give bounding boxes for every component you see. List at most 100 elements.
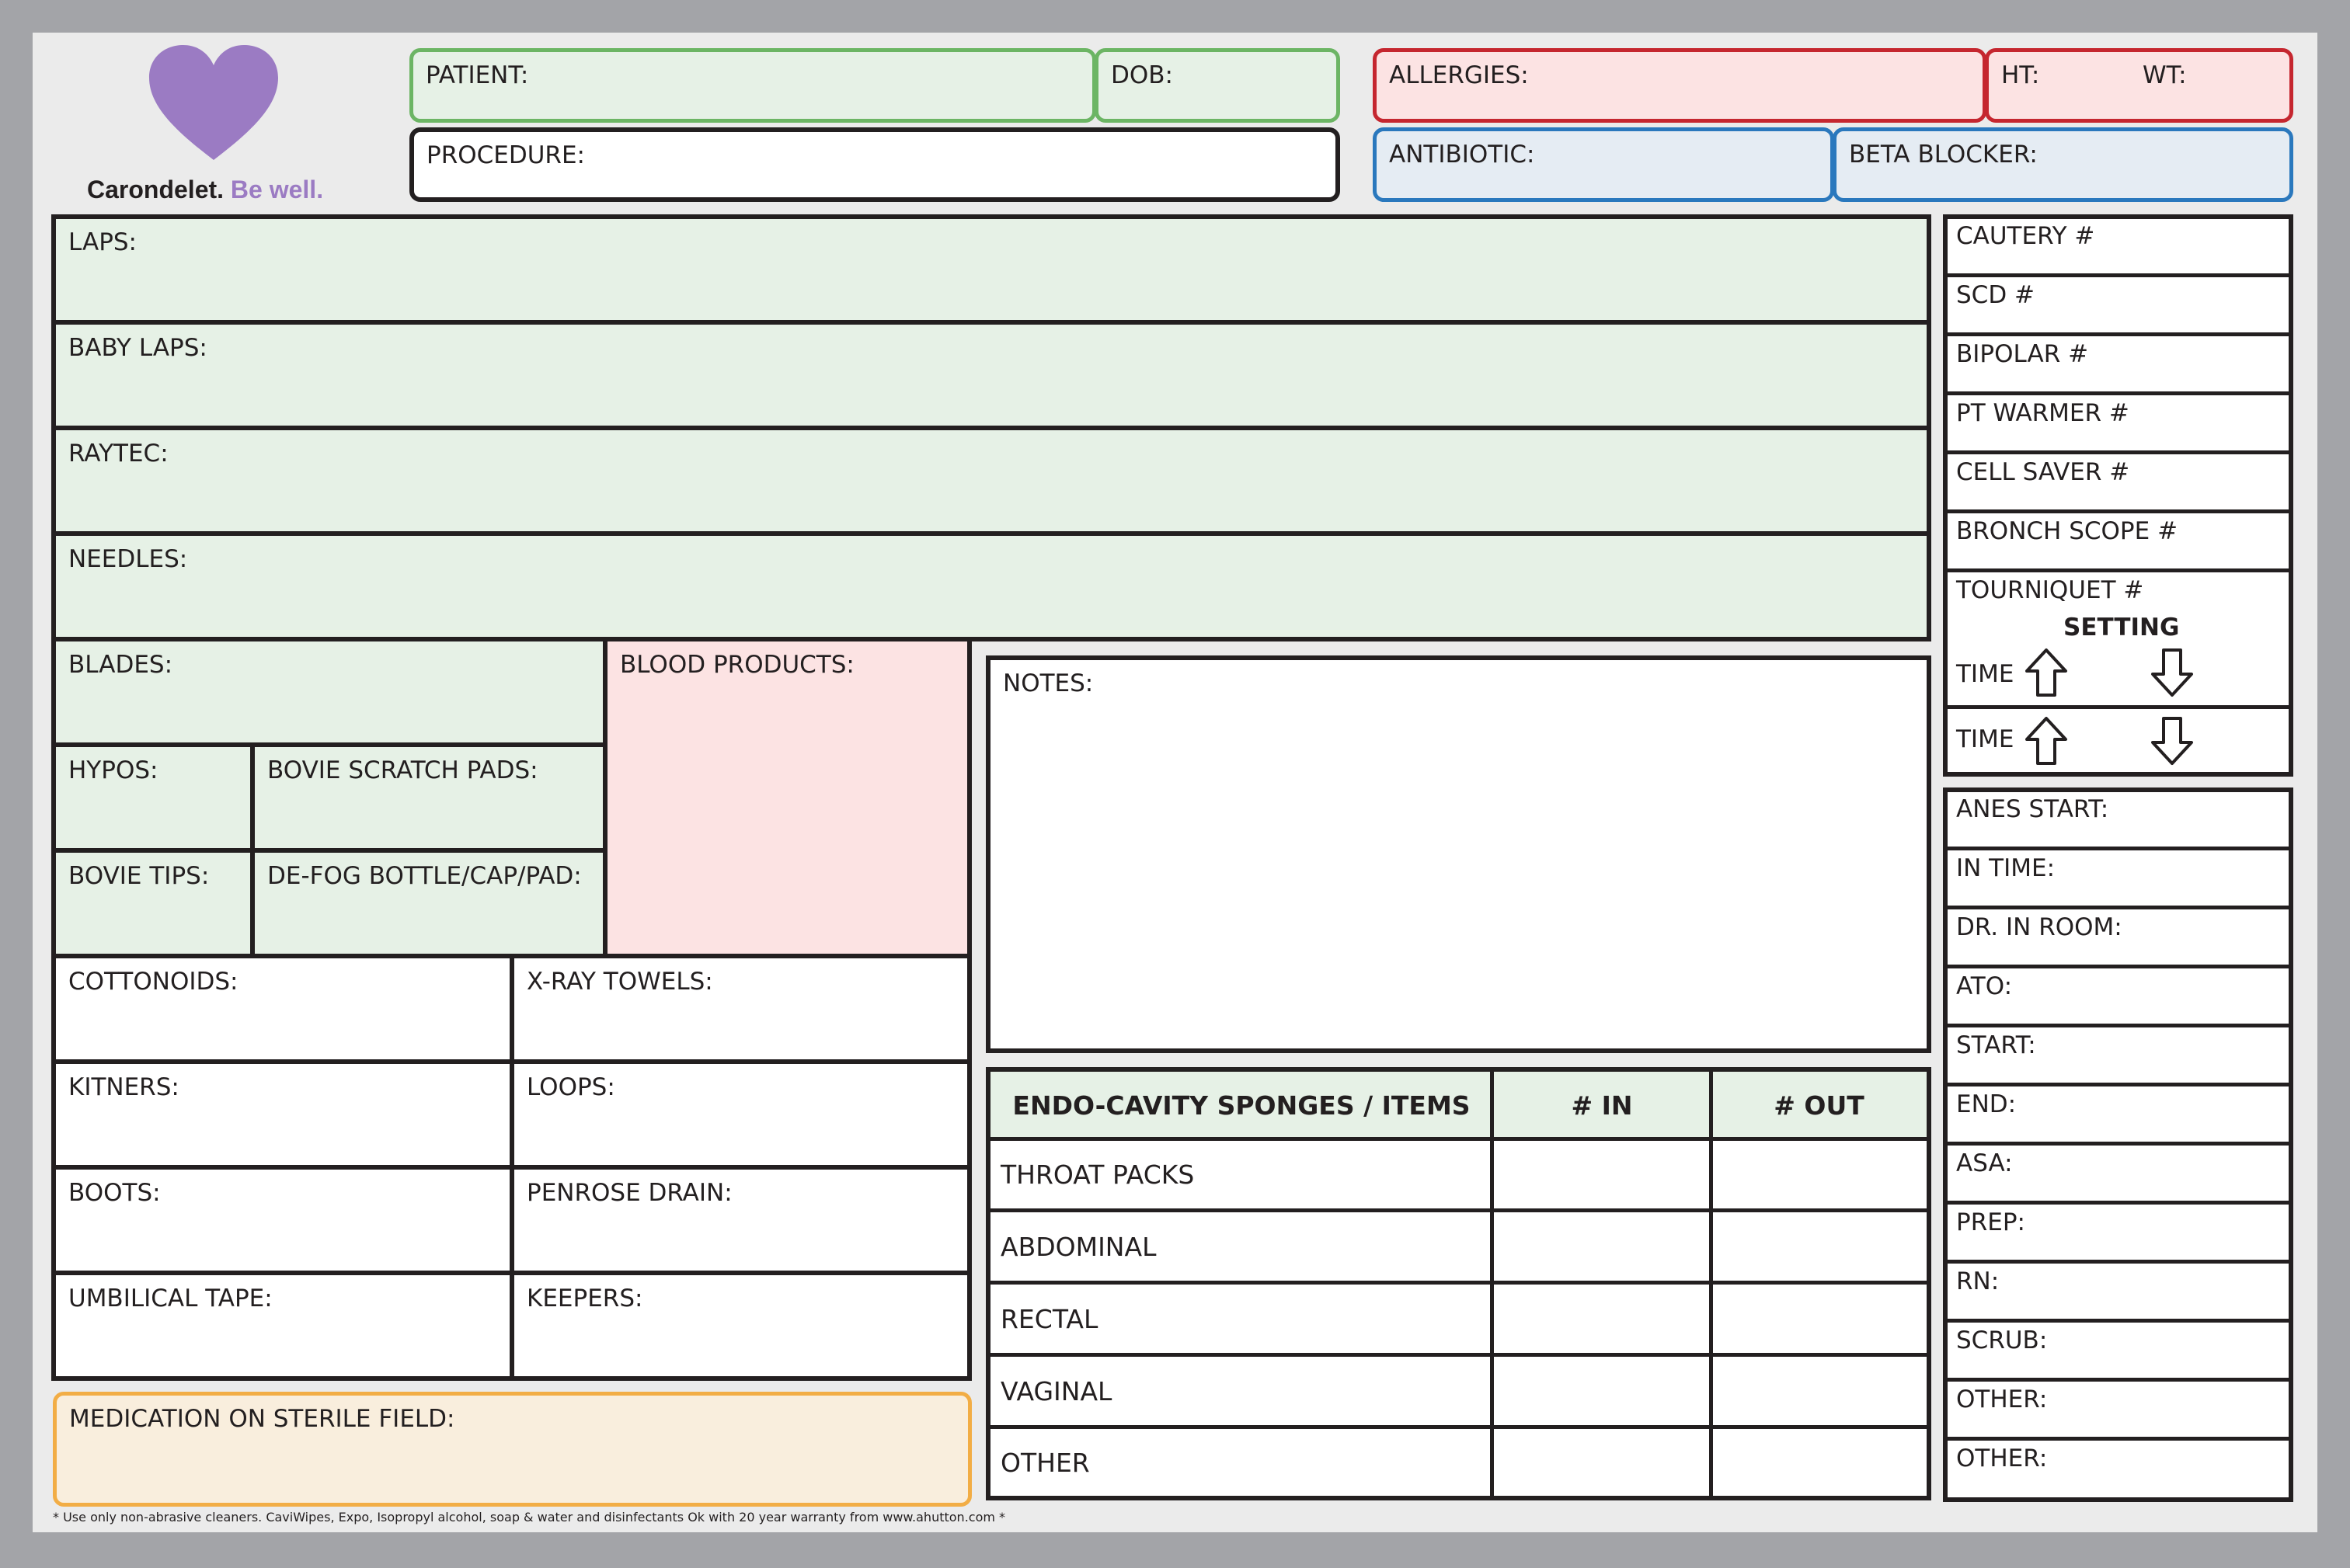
kitners-field[interactable]: KITNERS: [51,1059,514,1170]
keepers-label: KEEPERS: [527,1285,643,1312]
setting-label: SETTING [2063,614,2180,641]
time-label-2: TIME [1956,725,2014,753]
scd-label: SCD # [1956,281,2035,309]
baby-laps-field[interactable]: BABY LAPS: [51,320,1931,430]
asa-label: ASA: [1956,1149,2013,1177]
endo-header-in: # IN [1571,1090,1633,1121]
arrow-down-icon [2151,717,2193,765]
anes-start-label: ANES START: [1956,795,2109,823]
arrow-up-icon [2025,717,2067,765]
endo-row-label: OTHER [1001,1447,1090,1478]
penrose-label: PENROSE DRAIN: [527,1179,733,1207]
antibiotic-field[interactable]: ANTIBIOTIC: [1373,127,1834,202]
endo-row-label: RECTAL [1001,1303,1098,1334]
footnote: * Use only non-abrasive cleaners. CaviWi… [53,1510,1006,1525]
brand-tagline: Be well. [230,176,324,203]
beta-blocker-field[interactable]: BETA BLOCKER: [1833,127,2293,202]
cautery-label: CAUTERY # [1956,222,2095,250]
end-label: END: [1956,1090,2017,1118]
endo-row-label: VAGINAL [1001,1375,1112,1406]
rn-label: RN: [1956,1267,2000,1295]
loops-field[interactable]: LOOPS: [510,1059,972,1170]
antibiotic-label: ANTIBIOTIC: [1389,141,1535,169]
row-divider [1948,906,2289,909]
raytec-field[interactable]: RAYTEC: [51,426,1931,536]
brand-name: Carondelet. [87,176,225,203]
pt-warmer-label: PT WARMER # [1956,399,2129,427]
row-divider [1948,1083,2289,1086]
bipolar-label: BIPOLAR # [1956,340,2089,368]
bronch-scope-label: BRONCH SCOPE # [1956,517,2178,545]
allergies-field[interactable]: ALLERGIES: [1373,48,1986,123]
loops-label: LOOPS: [527,1073,615,1101]
wt-label: WT: [2143,61,2187,89]
blood-products-label: BLOOD PRODUCTS: [620,651,855,679]
medication-label: MEDICATION ON STERILE FIELD: [69,1405,455,1433]
patient-field[interactable]: PATIENT: [409,48,1096,123]
hypos-field[interactable]: HYPOS: [51,742,255,853]
start-label: START: [1956,1031,2036,1059]
row-divider [1948,1024,2289,1027]
boots-field[interactable]: BOOTS: [51,1165,514,1275]
boots-label: BOOTS: [68,1179,161,1207]
row-divider [1948,450,2289,454]
other-label-1: OTHER: [1956,1385,2048,1413]
medication-field[interactable]: MEDICATION ON STERILE FIELD: [53,1392,972,1507]
other-label-2: OTHER: [1956,1445,2048,1472]
endo-header-items: ENDO-CAVITY SPONGES / ITEMS [1012,1090,1471,1121]
row-divider [1948,847,2289,850]
cell-saver-label: CELL SAVER # [1956,458,2130,486]
bovie-scratch-pads-field[interactable]: BOVIE SCRATCH PADS: [250,742,608,853]
bovie-scratch-pads-label: BOVIE SCRATCH PADS: [267,756,538,784]
ato-label: ATO: [1956,972,2013,1000]
arrow-up-icon [2025,648,2067,697]
row-divider [1948,1437,2289,1441]
cottonoids-field[interactable]: COTTONOIDS: [51,954,514,1064]
kitners-label: KITNERS: [68,1073,179,1101]
notes-field[interactable]: NOTES: [986,655,1931,1053]
procedure-label: PROCEDURE: [426,141,585,169]
scrub-label: SCRUB: [1956,1326,2048,1354]
defog-field[interactable]: DE-FOG BOTTLE/CAP/PAD: [250,848,608,958]
raytec-label: RAYTEC: [68,440,169,468]
dr-in-room-label: DR. IN ROOM: [1956,913,2122,941]
heart-icon [149,45,278,160]
row-divider [1948,509,2289,513]
tourniquet-label: TOURNIQUET # [1956,576,2144,604]
ht-wt-field[interactable]: HT: WT: [1985,48,2293,123]
notes-label: NOTES: [1003,669,1094,697]
blades-field[interactable]: BLADES: [51,637,608,747]
row-divider [1948,568,2289,572]
hypos-label: HYPOS: [68,756,158,784]
row-divider [1948,965,2289,968]
penrose-field[interactable]: PENROSE DRAIN: [510,1165,972,1275]
row-divider [1948,705,2289,709]
xray-towels-field[interactable]: X-RAY TOWELS: [510,954,972,1064]
row-divider [1948,1142,2289,1146]
needles-label: NEEDLES: [68,545,188,573]
umbilical-tape-field[interactable]: UMBILICAL TAPE: [51,1271,514,1381]
blood-products-field[interactable]: BLOOD PRODUCTS: [603,637,972,958]
dob-field[interactable]: DOB: [1095,48,1340,123]
laps-label: LAPS: [68,228,138,256]
dob-label: DOB: [1111,61,1173,89]
row-divider [1948,391,2289,395]
endo-row-label: THROAT PACKS [1001,1159,1195,1190]
endo-row-label: ABDOMINAL [1001,1231,1157,1262]
procedure-field[interactable]: PROCEDURE: [409,127,1340,202]
row-divider [1948,1378,2289,1382]
time-label-1: TIME [1956,660,2014,688]
needles-field[interactable]: NEEDLES: [51,531,1931,641]
cottonoids-label: COTTONOIDS: [68,968,238,996]
arrow-down-icon [2151,648,2193,697]
row-divider [1948,1201,2289,1205]
allergies-label: ALLERGIES: [1389,61,1529,89]
laps-field[interactable]: LAPS: [51,214,1931,325]
keepers-field[interactable]: KEEPERS: [510,1271,972,1381]
row-divider [1948,332,2289,336]
endo-header-out: # OUT [1774,1090,1864,1121]
umbilical-tape-label: UMBILICAL TAPE: [68,1285,273,1312]
bovie-tips-field[interactable]: BOVIE TIPS: [51,848,255,958]
row-divider [1948,1319,2289,1323]
in-time-label: IN TIME: [1956,854,2056,882]
